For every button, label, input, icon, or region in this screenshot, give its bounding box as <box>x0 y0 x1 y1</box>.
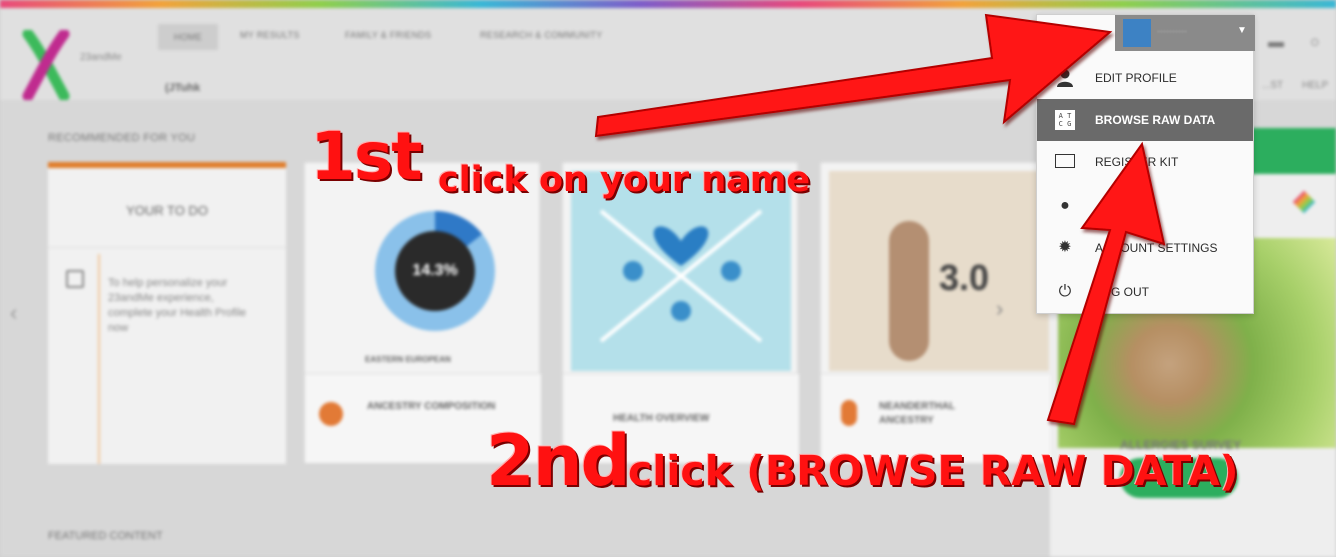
colorful-logo-icon <box>1292 190 1316 214</box>
carousel-next-icon[interactable]: › <box>996 296 1003 322</box>
allergy-survey-title: ALLERGIES SURVEY <box>1120 438 1242 452</box>
card-footer-label: HEALTH OVERVIEW <box>613 413 710 424</box>
search-icon[interactable]: ○ <box>1310 34 1320 52</box>
color-stripe <box>0 0 1336 8</box>
inbox-icon[interactable]: ▬ <box>1268 34 1284 52</box>
card-footer: ANCESTRY COMPOSITION <box>305 373 541 463</box>
card-footer-label: ANCESTRY COMPOSITION <box>367 401 496 412</box>
user-name-button[interactable]: ·········· ▼ <box>1115 15 1255 51</box>
card-footer-label: NEANDERTHAL ANCESTRY <box>879 401 955 426</box>
person-icon <box>1057 69 1073 87</box>
recommended-title: RECOMMENDED FOR YOU <box>48 132 196 144</box>
card-footer: NEANDERTHAL ANCESTRY <box>821 373 1057 463</box>
menu-item-log-out[interactable]: ⏻ LOG OUT <box>1037 271 1253 313</box>
tab-research-community[interactable]: RESEARCH & COMMUNITY <box>480 30 603 40</box>
menu-item-globe[interactable]: ● <box>1037 185 1253 227</box>
menu-label: EDIT PROFILE <box>1095 71 1177 85</box>
menu-item-edit-profile[interactable]: EDIT PROFILE <box>1037 57 1253 99</box>
carousel-prev-icon[interactable]: ‹ <box>10 300 17 326</box>
menu-label: LOG OUT <box>1095 285 1150 299</box>
caret-down-icon: ▼ <box>1237 25 1247 36</box>
avatar <box>1123 19 1151 47</box>
card-health[interactable]: HEALTH OVERVIEW <box>562 162 799 463</box>
profile-name: (JTuhk <box>165 82 201 94</box>
featured-title: FEATURED CONTENT <box>48 530 163 542</box>
neanderthal-figure-value: 3.0 <box>939 257 990 298</box>
ancestry-chart: 14.3% EASTERN EUROPEAN <box>313 171 533 371</box>
atcg-icon: A TC G <box>1055 110 1075 130</box>
power-icon: ⏻ <box>1058 283 1072 300</box>
todo-text: To help personalize your 23andMe experie… <box>108 277 247 334</box>
globe-icon: ● <box>1060 197 1070 214</box>
neanderthal-figure <box>889 221 929 361</box>
todo-title: YOUR TO DO <box>48 168 286 248</box>
monitor-icon <box>1055 154 1075 168</box>
user-dropdown-menu: ·········· ▼ EDIT PROFILE A TC G BROWSE … <box>1036 14 1255 314</box>
menu-item-browse-raw-data[interactable]: A TC G BROWSE RAW DATA <box>1037 99 1253 141</box>
tab-family-friends[interactable]: FAMILY & FRIENDS <box>345 30 432 40</box>
ancestry-donut: 14.3% <box>375 211 495 331</box>
neanderthal-small-icon <box>841 400 857 426</box>
calendar-icon <box>66 270 84 288</box>
todo-divider <box>98 254 100 464</box>
card-neanderthal[interactable]: 3.0 NEANDERTHAL ANCESTRY <box>820 162 1057 463</box>
health-icon <box>599 209 763 343</box>
menu-label: REGISTER KIT <box>1095 155 1179 169</box>
ancestry-caption: EASTERN EUROPEAN <box>365 355 451 364</box>
tab-home[interactable]: HOME <box>158 24 218 50</box>
logo-icon[interactable] <box>20 30 72 100</box>
card-ancestry[interactable]: 14.3% EASTERN EUROPEAN ANCESTRY COMPOSIT… <box>304 162 541 463</box>
menu-item-account-settings[interactable]: ✹ ACCOUNT SETTINGS <box>1037 227 1253 269</box>
menu-item-register-kit[interactable]: REGISTER KIT <box>1037 141 1253 183</box>
neanderthal-illustration: 3.0 <box>829 171 1049 371</box>
tab-my-results[interactable]: MY RESULTS <box>240 30 300 40</box>
menu-label: BROWSE RAW DATA <box>1095 113 1216 127</box>
logo-text: 23andMe <box>80 52 122 63</box>
card-footer: HEALTH OVERVIEW <box>563 373 799 463</box>
menu-label: ACCOUNT SETTINGS <box>1095 241 1218 255</box>
ancestry-percent: 14.3% <box>395 231 475 311</box>
allergy-survey-button[interactable] <box>1120 458 1238 498</box>
ancestry-map-icon <box>319 402 343 426</box>
user-name-label: ·········· <box>1157 26 1187 36</box>
todo-card[interactable]: YOUR TO DO To help personalize your 23an… <box>48 162 286 464</box>
health-illustration <box>571 171 791 371</box>
gear-icon: ✹ <box>1058 239 1072 256</box>
nav-link-list[interactable]: ...ST <box>1262 80 1283 91</box>
nav-link-help[interactable]: HELP <box>1302 80 1328 91</box>
